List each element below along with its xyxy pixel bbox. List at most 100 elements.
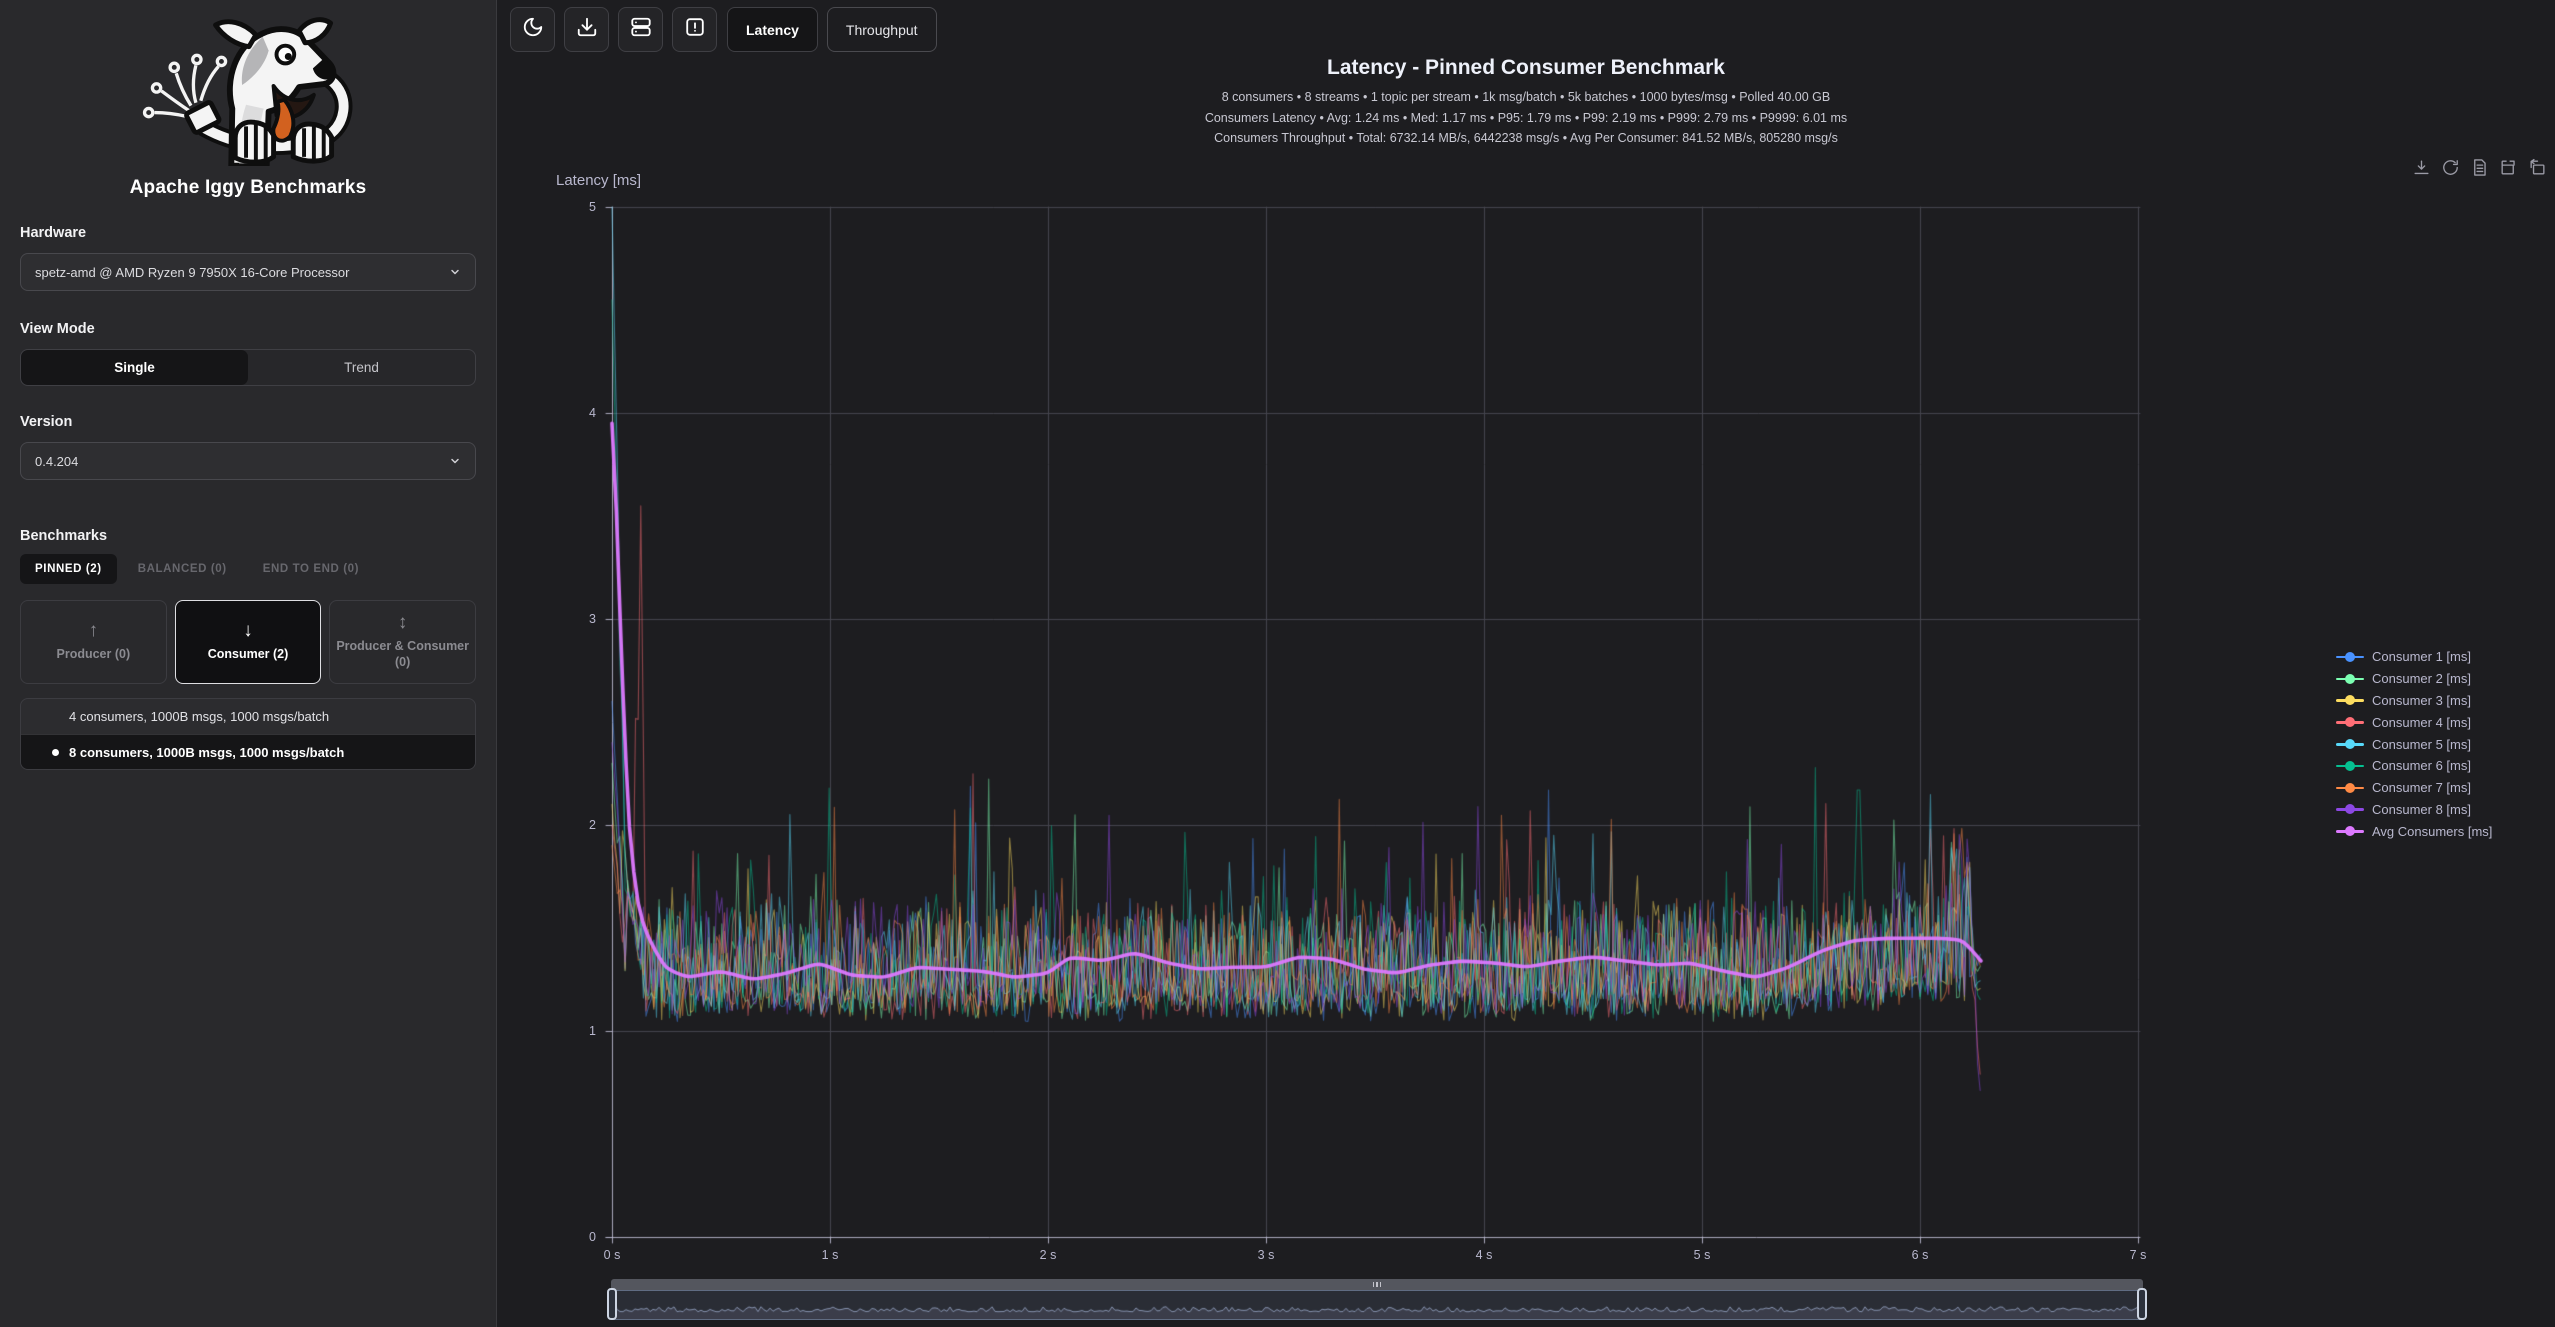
legend-label: Consumer 8 [ms]	[2372, 802, 2471, 817]
benchmark-list: 4 consumers, 1000B msgs, 1000 msgs/batch…	[20, 698, 476, 770]
benchmark-tab[interactable]: BALANCED (0)	[123, 554, 242, 584]
benchmarks-label: Benchmarks	[20, 528, 476, 544]
legend-item[interactable]: Consumer 2 [ms]	[2336, 668, 2492, 690]
grip-icon	[1370, 1282, 1384, 1287]
arrow-up-icon: ↑	[89, 621, 99, 640]
legend-item[interactable]: Consumer 8 [ms]	[2336, 799, 2492, 821]
benchmark-tab[interactable]: END TO END (0)	[248, 554, 374, 584]
x-tick-label: 6 s	[1885, 1246, 1955, 1264]
hardware-label: Hardware	[20, 225, 476, 241]
benchmark-kind-card[interactable]: ↕ Producer & Consumer (0)	[329, 600, 476, 684]
version-label: Version	[20, 414, 476, 430]
chart-title: Latency - Pinned Consumer Benchmark	[497, 56, 2555, 80]
chart-toolbox	[2412, 158, 2547, 177]
legend-item[interactable]: Consumer 3 [ms]	[2336, 690, 2492, 712]
benchmark-kind-card[interactable]: ↓Consumer (2)	[175, 600, 322, 684]
legend-label: Consumer 6 [ms]	[2372, 758, 2471, 773]
save-image-icon[interactable]	[2412, 158, 2431, 177]
legend-item[interactable]: Consumer 1 [ms]	[2336, 646, 2492, 668]
tab-throughput[interactable]: Throughput	[827, 7, 937, 52]
x-tick-label: 7 s	[2103, 1246, 2173, 1264]
arrow-down-icon: ↓	[243, 621, 253, 640]
legend-label: Consumer 5 [ms]	[2372, 737, 2471, 752]
datazoom-slider	[611, 1279, 2143, 1320]
legend-item[interactable]: Consumer 4 [ms]	[2336, 711, 2492, 733]
top-toolbar: LatencyThroughput	[510, 7, 937, 52]
benchmark-list-item[interactable]: 8 consumers, 1000B msgs, 1000 msgs/batch	[21, 734, 475, 769]
x-tick-label: 4 s	[1449, 1246, 1519, 1264]
view-mode-toggle: SingleTrend	[20, 349, 476, 386]
benchmark-kind-cards: ↑ Producer (0) ↓Consumer (2) ↕ Producer & Co…	[20, 600, 476, 684]
benchmark-kind-card[interactable]: ↑ Producer (0)	[20, 600, 167, 684]
datazoom-track[interactable]	[611, 1290, 2143, 1320]
legend-marker-icon	[2336, 783, 2364, 793]
datazoom-left-handle[interactable]	[607, 1288, 617, 1320]
latency-chart-canvas	[600, 199, 2152, 1255]
datazoom-move-handle[interactable]	[611, 1279, 2143, 1290]
benchmark-list-item[interactable]: 4 consumers, 1000B msgs, 1000 msgs/batch	[21, 699, 475, 734]
arrow-up-down-icon: ↕	[398, 613, 408, 632]
zoom-reset-icon[interactable]	[2528, 158, 2547, 177]
selected-dot-icon	[52, 749, 59, 756]
benchmark-tabs: PINNED (2)BALANCED (0)END TO END (0)	[20, 554, 476, 584]
legend-item[interactable]: Avg Consumers [ms]	[2336, 820, 2492, 842]
view-mode-option-single[interactable]: Single	[21, 350, 248, 385]
benchmark-tab[interactable]: PINNED (2)	[20, 554, 117, 584]
version-select[interactable]: 0.4.204	[20, 442, 476, 480]
x-tick-label: 5 s	[1667, 1246, 1737, 1264]
y-tick-label: 5	[552, 198, 596, 216]
hardware-select[interactable]: spetz-amd @ AMD Ryzen 9 7950X 16-Core Pr…	[20, 253, 476, 291]
x-tick-label: 1 s	[795, 1246, 865, 1264]
tab-latency[interactable]: Latency	[727, 7, 818, 52]
legend-label: Consumer 2 [ms]	[2372, 671, 2471, 686]
benchmark-item-label: 8 consumers, 1000B msgs, 1000 msgs/batch	[69, 745, 344, 760]
hardware-selected-value: spetz-amd @ AMD Ryzen 9 7950X 16-Core Pr…	[35, 265, 449, 280]
legend-label: Consumer 7 [ms]	[2372, 780, 2471, 795]
legend-marker-icon	[2336, 652, 2364, 662]
datazoom-right-handle[interactable]	[2137, 1288, 2147, 1320]
legend-label: Consumer 1 [ms]	[2372, 649, 2471, 664]
y-tick-label: 3	[552, 610, 596, 628]
zoom-select-icon[interactable]	[2499, 158, 2518, 177]
legend-marker-icon	[2336, 804, 2364, 814]
x-tick-label: 2 s	[1013, 1246, 1083, 1264]
chart-subtitle-config: 8 consumers • 8 streams • 1 topic per st…	[497, 87, 2555, 108]
moon-icon	[522, 16, 544, 43]
datazoom-preview-canvas	[612, 1291, 2142, 1319]
chevron-down-icon	[449, 455, 461, 467]
app-title: Apache Iggy Benchmarks	[0, 177, 496, 199]
y-tick-label: 0	[552, 1228, 596, 1246]
chevron-down-icon	[449, 266, 461, 278]
legend-label: Consumer 4 [ms]	[2372, 715, 2471, 730]
download-icon	[576, 16, 598, 43]
chart-subtitle-latency-stats: Consumers Latency • Avg: 1.24 ms • Med: …	[497, 108, 2555, 129]
report-issue-button[interactable]	[672, 7, 717, 52]
download-button[interactable]	[564, 7, 609, 52]
benchmark-item-label: 4 consumers, 1000B msgs, 1000 msgs/batch	[69, 709, 329, 724]
theme-toggle-button[interactable]	[510, 7, 555, 52]
legend-marker-icon	[2336, 717, 2364, 727]
benchmark-kind-label: Producer (0)	[57, 647, 131, 663]
legend-item[interactable]: Consumer 5 [ms]	[2336, 733, 2492, 755]
legend-marker-icon	[2336, 761, 2364, 771]
benchmark-kind-label: Producer & Consumer (0)	[336, 639, 469, 670]
server-list-button[interactable]	[618, 7, 663, 52]
legend-marker-icon	[2336, 826, 2364, 836]
chart-subtitle-throughput-stats: Consumers Throughput • Total: 6732.14 MB…	[497, 128, 2555, 149]
legend-item[interactable]: Consumer 7 [ms]	[2336, 777, 2492, 799]
legend-item[interactable]: Consumer 6 [ms]	[2336, 755, 2492, 777]
legend-marker-icon	[2336, 739, 2364, 749]
x-tick-label: 0 s	[577, 1246, 647, 1264]
view-mode-option-trend[interactable]: Trend	[248, 350, 475, 385]
y-axis-title: Latency [ms]	[556, 172, 641, 189]
iggy-benchmarks-app: { "sidebar": { "logo_icon": "iggy-dog-lo…	[0, 0, 2555, 1327]
legend-label: Avg Consumers [ms]	[2372, 824, 2492, 839]
server-icon	[630, 16, 652, 43]
legend-label: Consumer 3 [ms]	[2372, 693, 2471, 708]
restore-icon[interactable]	[2441, 158, 2460, 177]
x-tick-label: 3 s	[1231, 1246, 1301, 1264]
iggy-dog-logo	[0, 0, 496, 171]
legend-marker-icon	[2336, 674, 2364, 684]
y-tick-label: 4	[552, 404, 596, 422]
data-view-icon[interactable]	[2470, 158, 2489, 177]
